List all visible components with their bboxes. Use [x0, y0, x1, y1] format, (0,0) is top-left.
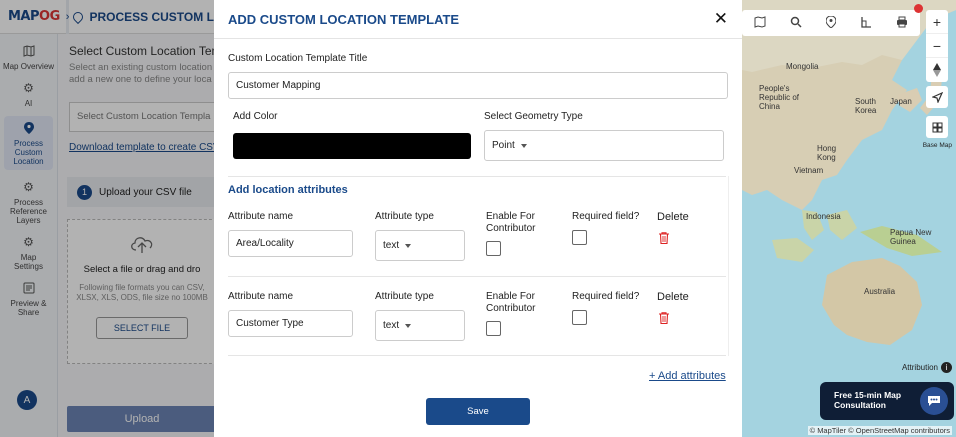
geometry-type-value: Point	[492, 140, 515, 151]
modal-backdrop[interactable]	[0, 0, 214, 437]
attr-name-header: Attribute name	[228, 291, 294, 302]
required-checkbox[interactable]	[572, 310, 587, 325]
attr-name-input[interactable]: Customer Type	[228, 310, 353, 337]
contributor-checkbox[interactable]	[486, 321, 501, 336]
print-icon[interactable]	[896, 16, 908, 31]
zoom-out-button[interactable]: −	[926, 34, 948, 58]
zoom-in-button[interactable]: +	[926, 10, 948, 34]
attr-type-select[interactable]: text	[375, 230, 465, 261]
attr-contributor-header: Enable For Contributor	[486, 211, 535, 235]
attr-delete-header: Delete	[657, 291, 689, 303]
map-label-australia: Australia	[864, 287, 896, 296]
attr-contributor-header: Enable For Contributor	[486, 291, 535, 315]
contributor-header-line-2: Contributor	[486, 223, 536, 234]
save-button[interactable]: Save	[426, 398, 530, 425]
map-label-south-korea: South Korea	[855, 97, 877, 115]
map-label-vietnam: Vietnam	[794, 166, 824, 175]
add-attributes-link[interactable]: + Add attributes	[649, 370, 726, 382]
attr-type-select[interactable]: text	[375, 310, 465, 341]
map-copyright: © MapTiler © OpenStreetMap contributors	[807, 426, 952, 435]
basemap-label: Base Map	[922, 142, 952, 149]
search-icon[interactable]	[790, 16, 802, 31]
geometry-type-label: Select Geometry Type	[484, 111, 583, 122]
basemap-button[interactable]	[926, 116, 948, 138]
required-checkbox[interactable]	[572, 230, 587, 245]
attr-required-header: Required field?	[572, 211, 640, 222]
consultation-banner[interactable]: Free 15-min Map Consultation	[820, 382, 954, 420]
attr-name-input[interactable]: Area/Locality	[228, 230, 353, 257]
locate-me-button[interactable]	[926, 86, 948, 108]
template-title-input[interactable]: Customer Mapping	[228, 72, 728, 99]
divider	[228, 176, 726, 177]
trash-icon[interactable]	[659, 232, 669, 245]
contributor-header-line-1: Enable For	[486, 211, 535, 222]
zoom-controls: + −	[926, 10, 948, 82]
map-label-indonesia: Indonesia	[806, 212, 841, 221]
geometry-type-select[interactable]: Point	[484, 130, 724, 161]
attr-type-header: Attribute type	[375, 291, 434, 302]
divider	[228, 276, 726, 277]
map-view[interactable]: Mongolia People's Republic of China Sout…	[742, 0, 956, 437]
map-label-hong-kong: Hong Kong	[817, 144, 837, 162]
scrollbar[interactable]	[725, 176, 729, 356]
chevron-down-icon	[520, 143, 527, 148]
template-title-label: Custom Location Template Title	[228, 53, 368, 64]
chat-icon[interactable]	[920, 387, 948, 415]
attr-type-header: Attribute type	[375, 211, 434, 222]
color-picker[interactable]	[233, 133, 471, 159]
map-label-mongolia: Mongolia	[786, 62, 819, 71]
map-label-japan: Japan	[890, 97, 912, 106]
attr-delete-header: Delete	[657, 211, 689, 223]
attr-name-header: Attribute name	[228, 211, 294, 222]
contributor-checkbox[interactable]	[486, 241, 501, 256]
app-root: MAPOG › PROCESS CUSTOM LOCATI Map Overvi…	[0, 0, 956, 437]
attributes-section-title: Add location attributes	[228, 184, 348, 196]
contributor-header-line-2: Contributor	[486, 303, 536, 314]
info-icon: i	[941, 362, 952, 373]
attribution-label: Attribution	[901, 363, 938, 372]
add-template-modal: ADD CUSTOM LOCATION TEMPLATE ✕ Custom Lo…	[214, 0, 742, 437]
map-label-png: Papua New Guinea	[890, 228, 932, 246]
attr-type-value: text	[383, 240, 400, 251]
compass-icon[interactable]	[926, 58, 948, 82]
map-toolbar	[742, 10, 920, 36]
notification-dot	[914, 4, 923, 13]
modal-header: ADD CUSTOM LOCATION TEMPLATE	[214, 0, 742, 39]
close-icon[interactable]: ✕	[714, 9, 728, 29]
add-color-label: Add Color	[233, 111, 278, 122]
attr-type-value: text	[383, 320, 400, 331]
divider	[228, 355, 726, 356]
trash-icon[interactable]	[659, 312, 669, 325]
modal-title: ADD CUSTOM LOCATION TEMPLATE	[228, 11, 460, 27]
location-pin-icon[interactable]	[825, 14, 837, 31]
attribution-toggle[interactable]: Attribution i	[902, 362, 952, 373]
chevron-down-icon	[405, 243, 412, 248]
attr-required-header: Required field?	[572, 291, 640, 302]
map-layers-icon[interactable]	[754, 15, 766, 31]
chevron-down-icon	[405, 323, 412, 328]
map-label-china: People's Republic of China	[759, 84, 800, 111]
contributor-header-line-1: Enable For	[486, 291, 535, 302]
measure-icon[interactable]	[860, 16, 872, 31]
